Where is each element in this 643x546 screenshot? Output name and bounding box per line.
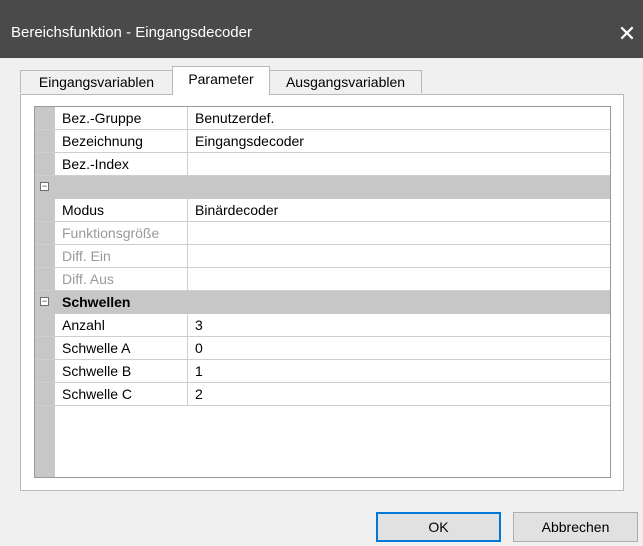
property-value (188, 222, 610, 244)
property-name: Modus (55, 199, 188, 221)
tab-ausgangsvariablen[interactable]: Ausgangsvariablen (269, 70, 422, 93)
property-value (188, 268, 610, 290)
property-row-bezeichnung[interactable]: Bezeichnung Eingangsdecoder (35, 130, 610, 153)
property-group-unnamed[interactable]: − (35, 176, 610, 199)
property-value[interactable]: Eingangsdecoder (188, 130, 610, 152)
property-row-modus[interactable]: Modus Binärdecoder (35, 199, 610, 222)
property-group-schwellen[interactable]: − Schwellen (35, 291, 610, 314)
property-row-schwelle-a[interactable]: Schwelle A 0 (35, 337, 610, 360)
property-row-schwelle-c[interactable]: Schwelle C 2 (35, 383, 610, 406)
property-row-anzahl[interactable]: Anzahl 3 (35, 314, 610, 337)
property-value[interactable] (188, 153, 610, 175)
property-grid[interactable]: Bez.-Gruppe Benutzerdef. Bezeichnung Ein… (34, 106, 611, 478)
property-name: Bez.-Index (55, 153, 188, 175)
property-value[interactable]: 3 (188, 314, 610, 336)
property-name: Bezeichnung (55, 130, 188, 152)
property-row-diff-ein: Diff. Ein (35, 245, 610, 268)
window-title: Bereichsfunktion - Eingangsdecoder (11, 24, 252, 41)
tab-panel-parameter: Bez.-Gruppe Benutzerdef. Bezeichnung Ein… (20, 94, 624, 491)
property-value[interactable]: Binärdecoder (188, 199, 610, 221)
property-row-bez-index[interactable]: Bez.-Index (35, 153, 610, 176)
property-row-schwelle-b[interactable]: Schwelle B 1 (35, 360, 610, 383)
property-value (188, 245, 610, 267)
tab-eingangsvariablen[interactable]: Eingangsvariablen (20, 70, 173, 93)
collapse-icon[interactable]: − (40, 182, 49, 191)
property-row-diff-aus: Diff. Aus (35, 268, 610, 291)
tab-parameter[interactable]: Parameter (172, 66, 270, 95)
property-row-funktionsgroesse: Funktionsgröße (35, 222, 610, 245)
property-name: Diff. Ein (55, 245, 188, 267)
title-bar[interactable]: Bereichsfunktion - Eingangsdecoder ✕ (0, 0, 643, 58)
property-name: Anzahl (55, 314, 188, 336)
property-name: Schwelle C (55, 383, 188, 405)
property-value[interactable]: 1 (188, 360, 610, 382)
property-value[interactable]: 2 (188, 383, 610, 405)
group-title: Schwellen (62, 294, 131, 310)
property-name: Schwelle A (55, 337, 188, 359)
cancel-button[interactable]: Abbrechen (513, 512, 638, 542)
property-name: Bez.-Gruppe (55, 107, 188, 129)
property-name: Diff. Aus (55, 268, 188, 290)
close-icon[interactable]: ✕ (611, 18, 643, 50)
property-value[interactable]: Benutzerdef. (188, 107, 610, 129)
ok-button[interactable]: OK (376, 512, 501, 542)
dialog-window: Bereichsfunktion - Eingangsdecoder ✕ Ein… (0, 0, 643, 546)
property-name: Funktionsgröße (55, 222, 188, 244)
collapse-icon[interactable]: − (40, 297, 49, 306)
property-row-bez-gruppe[interactable]: Bez.-Gruppe Benutzerdef. (35, 107, 610, 130)
property-name: Schwelle B (55, 360, 188, 382)
property-value[interactable]: 0 (188, 337, 610, 359)
